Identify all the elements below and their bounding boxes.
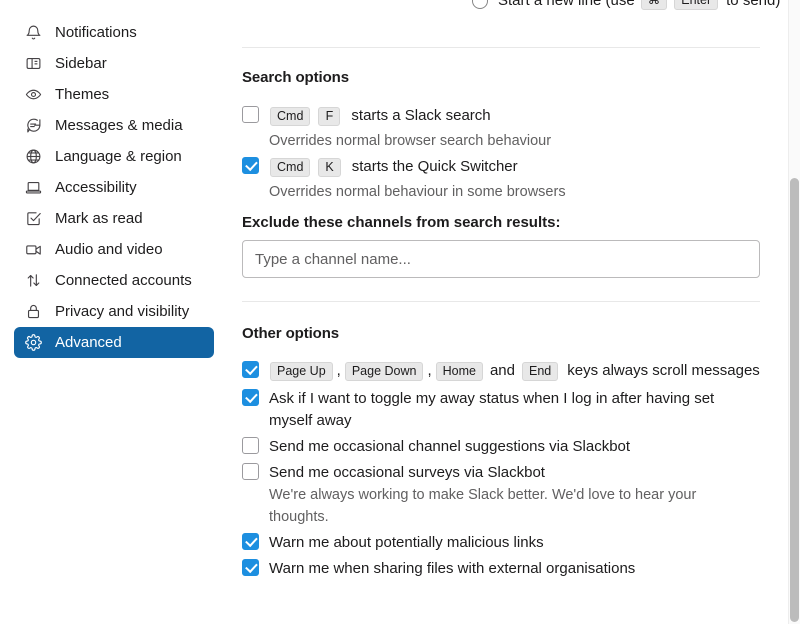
start-new-line-text-after: to send) <box>726 0 781 9</box>
globe-icon <box>24 148 42 166</box>
malicious-links-checkbox[interactable] <box>242 533 259 550</box>
video-camera-icon <box>24 241 42 259</box>
laptop-icon <box>24 179 42 197</box>
search-option-label: starts the Quick Switcher <box>351 158 518 175</box>
sidebar-item-label: Accessibility <box>55 179 137 196</box>
sidebar-item-label: Sidebar <box>55 55 107 72</box>
arrows-up-down-icon <box>24 272 42 290</box>
sidebar-item-themes[interactable]: Themes <box>14 79 214 110</box>
scroll-keys-sep: , <box>336 362 341 379</box>
cmd-f-search-checkbox[interactable] <box>242 106 259 123</box>
message-bubble-icon <box>24 117 42 135</box>
sidebar-item-label: Mark as read <box>55 210 143 227</box>
channel-suggestions-checkbox[interactable] <box>242 437 259 454</box>
surveys-sub-text: We're always working to make Slack bette… <box>269 487 697 525</box>
other-option-row[interactable]: Send me occasional surveys via Slackbot <box>242 462 760 484</box>
check-square-icon <box>24 210 42 228</box>
search-option-label: starts a Slack search <box>351 107 491 124</box>
start-new-line-radio-row[interactable]: Start a new line (use ⌘ Enter to send) <box>472 0 780 10</box>
sidebar-item-language-region[interactable]: Language & region <box>14 141 214 172</box>
other-option-label: Warn me when sharing files with external… <box>269 560 636 577</box>
sidebar-item-label: Advanced <box>55 334 122 351</box>
exclude-channels-input[interactable] <box>242 240 760 278</box>
key-cmd: Cmd <box>270 106 311 126</box>
lock-icon <box>24 303 42 321</box>
external-org-files-checkbox[interactable] <box>242 559 259 576</box>
eye-icon <box>24 86 42 104</box>
key-f: F <box>318 106 341 126</box>
key-page-up: Page Up <box>270 361 333 381</box>
sidebar-item-label: Privacy and visibility <box>55 303 190 320</box>
scroll-keys-conjunction: and <box>489 362 515 379</box>
key-cmd-symbol: ⌘ <box>640 0 668 10</box>
sidebar-item-notifications[interactable]: Notifications <box>14 17 214 48</box>
scroll-keys-sep: , <box>427 362 432 379</box>
other-option-row[interactable]: Ask if I want to toggle my away status w… <box>242 388 760 432</box>
search-option-row[interactable]: Cmd Kstarts the Quick Switcher <box>242 156 760 178</box>
key-home: Home <box>435 361 483 381</box>
sidebar-item-mark-as-read[interactable]: Mark as read <box>14 203 214 234</box>
search-option-label-wrap: Cmd Kstarts the Quick Switcher <box>269 156 518 178</box>
sidebar-item-label: Themes <box>55 86 110 103</box>
start-new-line-radio[interactable] <box>472 0 488 9</box>
surveys-checkbox[interactable] <box>242 463 259 480</box>
key-cmd: Cmd <box>270 157 311 177</box>
sidebar-item-connected-accounts[interactable]: Connected accounts <box>14 265 214 296</box>
sidebar-item-accessibility[interactable]: Accessibility <box>14 172 214 203</box>
vertical-scrollbar-track[interactable] <box>788 0 800 624</box>
other-option-label: Send me occasional channel suggestions v… <box>269 438 631 455</box>
gear-icon <box>24 334 42 352</box>
other-options-heading: Other options <box>242 325 340 342</box>
sidebar-item-label: Notifications <box>55 24 137 41</box>
bell-icon <box>24 24 42 42</box>
cmd-k-quick-switcher-checkbox[interactable] <box>242 157 259 174</box>
divider-search-options <box>242 47 760 48</box>
search-option-sub: Overrides normal browser search behaviou… <box>269 133 552 149</box>
scroll-keys-label-wrap: Page Up, Page Down, Home and End keys always … <box>269 360 760 382</box>
other-option-label: Warn me about potentially malicious link… <box>269 534 544 551</box>
sidebar-item-audio-and-video[interactable]: Audio and video <box>14 234 214 265</box>
sidebar-item-messages-media[interactable]: Messages & media <box>14 110 214 141</box>
scroll-keys-row[interactable]: Page Up, Page Down, Home and End keys always … <box>242 360 760 382</box>
key-k: K <box>318 157 341 177</box>
scroll-keys-label: keys always scroll messages <box>567 362 760 379</box>
sidebar-item-sidebar[interactable]: Sidebar <box>14 48 214 79</box>
sidebar-item-advanced[interactable]: Advanced <box>14 327 214 358</box>
advanced-preferences-panel: Start a new line (use ⌘ Enter to send) S… <box>230 0 788 624</box>
sidebar-item-label: Connected accounts <box>55 272 192 289</box>
search-option-label-wrap: Cmd Fstarts a Slack search <box>269 105 491 127</box>
other-option-row[interactable]: Send me occasional channel suggestions v… <box>242 436 760 458</box>
sidebar-panel-icon <box>24 55 42 73</box>
scroll-keys-checkbox[interactable] <box>242 361 259 378</box>
sidebar-item-privacy-and-visibility[interactable]: Privacy and visibility <box>14 296 214 327</box>
search-options-heading: Search options <box>242 69 349 86</box>
sidebar-item-label: Audio and video <box>55 241 163 258</box>
search-option-row[interactable]: Cmd Fstarts a Slack search <box>242 105 760 127</box>
divider-other-options <box>242 301 760 302</box>
other-option-label: Send me occasional surveys via Slackbot <box>269 464 545 481</box>
other-option-row[interactable]: Warn me about potentially malicious link… <box>242 532 760 554</box>
search-option-sub: Overrides normal behaviour in some brows… <box>269 184 566 200</box>
exclude-channels-label: Exclude these channels from search resul… <box>242 214 561 231</box>
start-new-line-text-before: Start a new line (use <box>498 0 635 9</box>
key-end: End <box>522 361 559 381</box>
key-enter: Enter <box>674 0 719 10</box>
preferences-sidebar: Notifications Sidebar Themes Messages & … <box>0 0 230 624</box>
other-option-row[interactable]: Warn me when sharing files with external… <box>242 558 760 580</box>
key-page-down: Page Down <box>344 361 424 381</box>
preferences-dialog: Notifications Sidebar Themes Messages & … <box>0 0 800 624</box>
other-option-label: Ask if I want to toggle my away status w… <box>269 390 715 429</box>
sidebar-item-label: Messages & media <box>55 117 183 134</box>
vertical-scrollbar-thumb[interactable] <box>790 178 799 622</box>
away-status-checkbox[interactable] <box>242 389 259 406</box>
sidebar-item-label: Language & region <box>55 148 182 165</box>
